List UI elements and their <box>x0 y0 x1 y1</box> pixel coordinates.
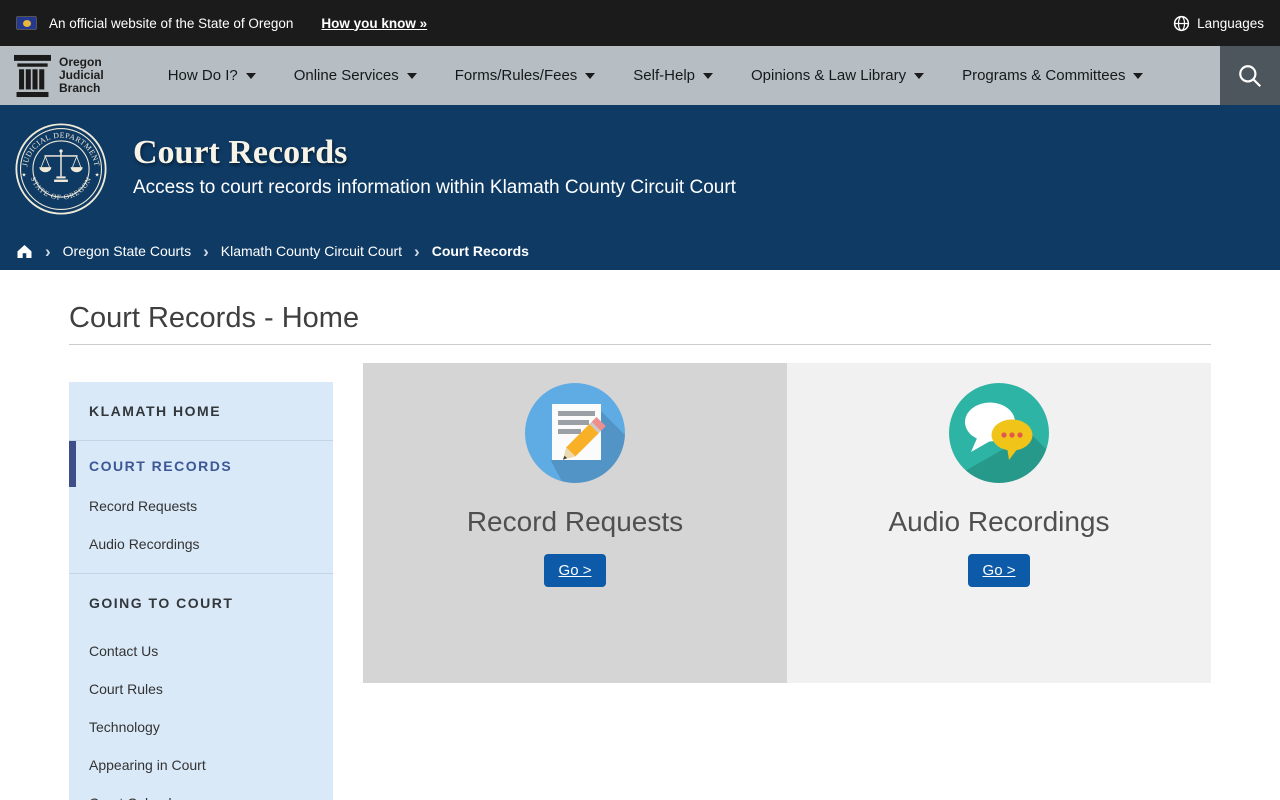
nav-item-self-help[interactable]: Self-Help <box>614 46 732 105</box>
main-content: Court Records - Home KLAMATH HOME COURT … <box>0 302 1280 800</box>
oregon-judicial-seal: JUDICIAL DEPARTMENT STATE OF OREGON ★ ★ <box>15 122 107 215</box>
audio-recordings-card: Audio Recordings Go > <box>787 363 1211 683</box>
sidebar-item-record-requests[interactable]: Record Requests <box>69 487 333 525</box>
sidebar-item-appearing-in-court[interactable]: Appearing in Court <box>69 746 333 784</box>
breadcrumb-court-records: Court Records <box>431 243 529 259</box>
nav-item-opinions-law-library[interactable]: Opinions & Law Library <box>732 46 943 105</box>
ojb-logo[interactable]: Oregon Judicial Branch <box>14 54 104 98</box>
nav-item-forms-rules-fees[interactable]: Forms/Rules/Fees <box>436 46 615 105</box>
record-requests-icon <box>525 383 625 483</box>
languages-button[interactable]: Languages <box>1173 15 1264 32</box>
sidebar: KLAMATH HOME COURT RECORDS Record Reques… <box>69 382 333 800</box>
sidebar-item-court-rules[interactable]: Court Rules <box>69 670 333 708</box>
official-state-bar: An official website of the State of Oreg… <box>0 0 1280 46</box>
chevron-down-icon <box>585 72 596 79</box>
sidebar-item-klamath-home[interactable]: KLAMATH HOME <box>69 382 333 440</box>
audio-recordings-icon <box>949 383 1049 483</box>
hero-title: Court Records <box>133 134 348 171</box>
seal-star-right: ★ <box>95 171 100 178</box>
nav-item-programs-committees[interactable]: Programs & Committees <box>943 46 1162 105</box>
title-divider <box>69 344 1211 345</box>
chevron-down-icon <box>914 72 925 79</box>
record-requests-card: Record Requests Go > <box>363 363 787 683</box>
breadcrumb-separator: › <box>203 241 209 261</box>
chevron-down-icon <box>245 72 256 79</box>
sidebar-item-going-to-court[interactable]: GOING TO COURT <box>69 574 333 632</box>
record-requests-title: Record Requests <box>466 506 684 537</box>
breadcrumb-separator: › <box>414 241 420 261</box>
nav-menu: How Do I? Online Services Forms/Rules/Fe… <box>149 46 1163 105</box>
sidebar-item-contact-us[interactable]: Contact Us <box>69 632 333 670</box>
home-icon[interactable] <box>16 244 33 259</box>
search-button[interactable] <box>1220 46 1280 105</box>
breadcrumb-klamath-county-circuit-court[interactable]: Klamath County Circuit Court <box>221 243 402 259</box>
hero-subtitle: Access to court records information with… <box>133 177 736 198</box>
oregon-flag-icon <box>16 16 37 30</box>
breadcrumb-separator: › <box>45 241 51 261</box>
official-website-text: An official website of the State of Oreg… <box>49 15 294 31</box>
chevron-down-icon <box>703 72 713 79</box>
audio-recordings-title: Audio Recordings <box>888 506 1110 537</box>
audio-recordings-go-button[interactable]: Go > <box>967 554 1031 587</box>
sidebar-item-court-records[interactable]: COURT RECORDS <box>69 441 333 487</box>
page-title: Court Records - Home <box>69 302 360 334</box>
sidebar-item-technology[interactable]: Technology <box>69 708 333 746</box>
record-requests-go-button[interactable]: Go > <box>543 554 607 587</box>
search-icon <box>1239 64 1262 87</box>
languages-label: Languages <box>1197 15 1264 31</box>
feature-cards: Record Requests Go > Audio Recordings Go… <box>363 363 1211 683</box>
nav-item-online-services[interactable]: Online Services <box>275 46 436 105</box>
breadcrumb-oregon-state-courts[interactable]: Oregon State Courts <box>63 243 191 259</box>
sidebar-item-audio-recordings[interactable]: Audio Recordings <box>69 525 333 563</box>
hero-banner: JUDICIAL DEPARTMENT STATE OF OREGON ★ ★ … <box>0 105 1280 270</box>
main-navbar: Oregon Judicial Branch How Do I? Online … <box>0 46 1280 105</box>
globe-icon <box>1174 15 1190 31</box>
breadcrumb: › Oregon State Courts › Klamath County C… <box>0 232 1280 270</box>
chevron-down-icon <box>406 72 417 79</box>
courthouse-pillar-icon <box>14 54 51 97</box>
ojb-logo-text: Oregon Judicial Branch <box>59 55 104 95</box>
sidebar-item-court-calendars[interactable]: Court Calendars <box>69 784 333 800</box>
chevron-down-icon <box>1133 72 1144 79</box>
seal-star-left: ★ <box>21 171 26 178</box>
how-you-know-link[interactable]: How you know » <box>321 16 427 31</box>
nav-item-how-do-i[interactable]: How Do I? <box>149 46 275 105</box>
